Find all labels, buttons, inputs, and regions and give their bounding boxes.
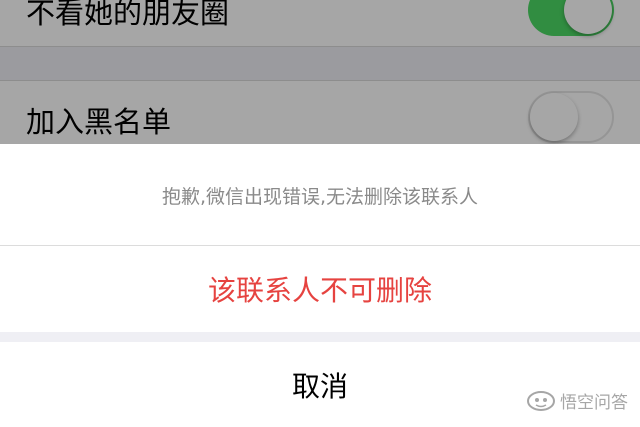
cannot-delete-contact-button[interactable]: 该联系人不可删除 (0, 246, 640, 332)
watermark-text: 悟空问答 (560, 393, 628, 413)
screen: 不看她的朋友圈 加入黑名单 抱歉,微信出现错误,无法删除该联系人 该联系人不可删… (0, 0, 640, 427)
wukong-logo-icon (527, 390, 555, 411)
action-sheet: 抱歉,微信出现错误,无法删除该联系人 该联系人不可删除 取消 (0, 144, 640, 427)
action-sheet-message: 抱歉,微信出现错误,无法删除该联系人 (0, 144, 640, 246)
cancel-button[interactable]: 取消 (0, 342, 640, 427)
action-sheet-message-text: 抱歉,微信出现错误,无法删除该联系人 (161, 186, 479, 208)
watermark: 悟空问答 (526, 388, 628, 413)
